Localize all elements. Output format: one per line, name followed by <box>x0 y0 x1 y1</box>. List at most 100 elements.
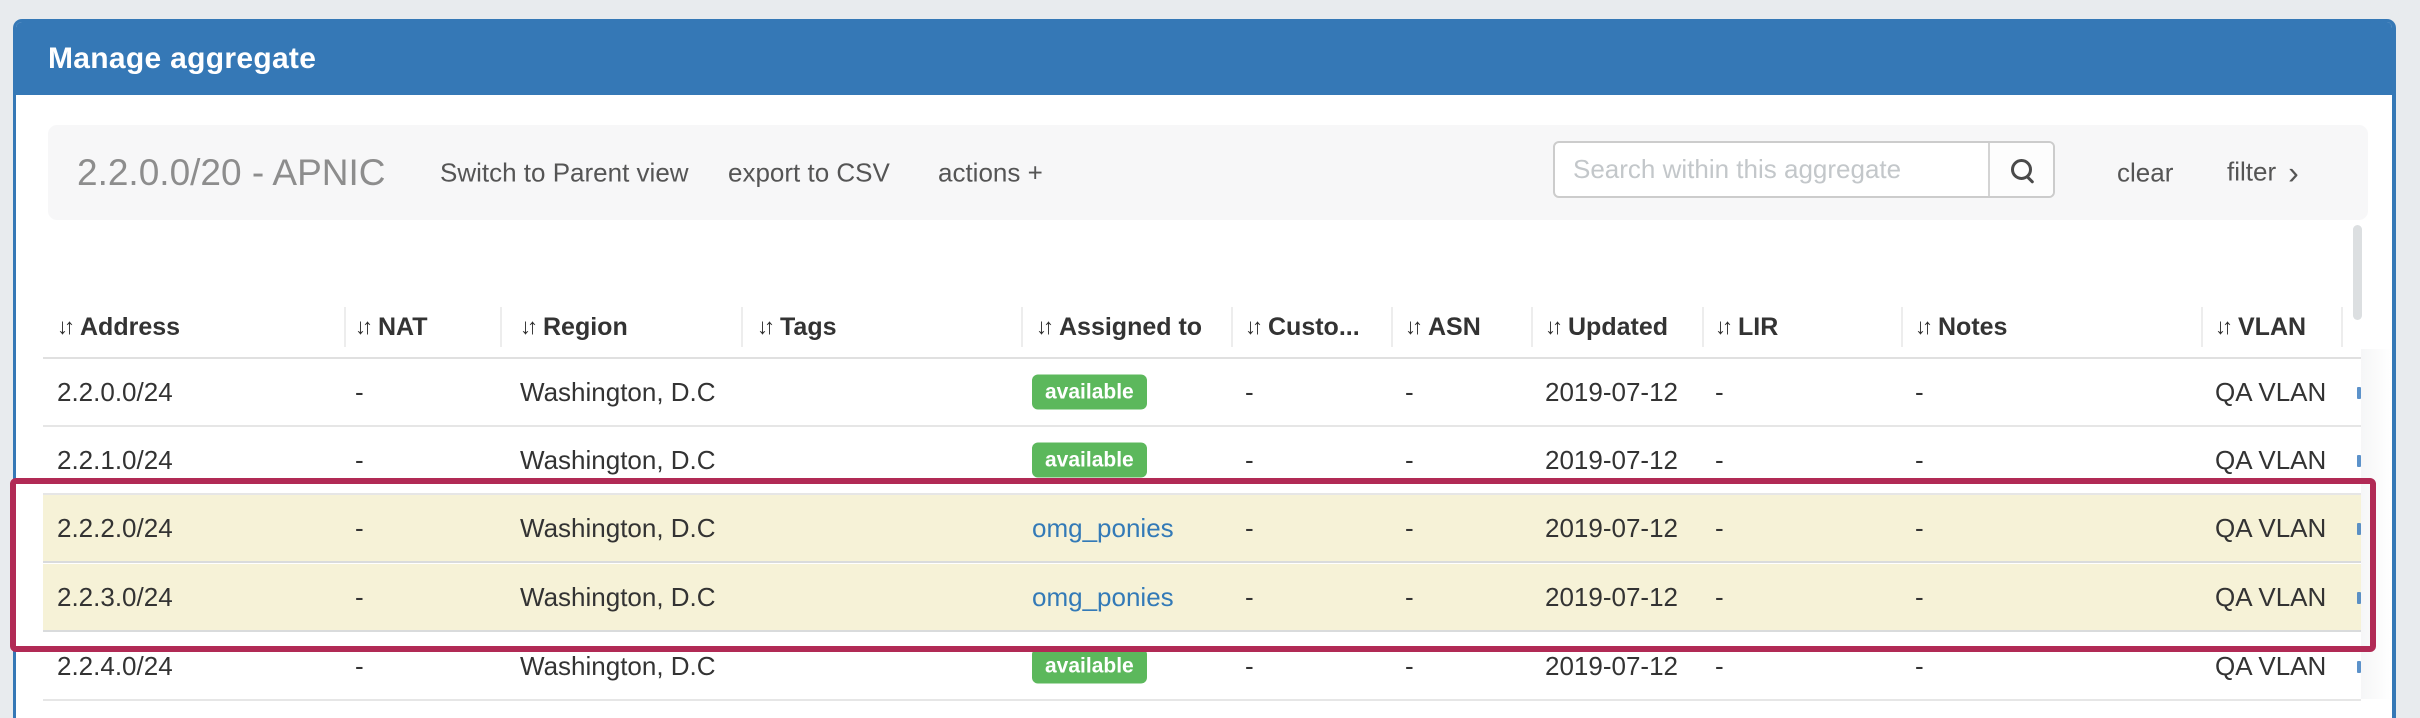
cell-customer: - <box>1245 564 1254 630</box>
sort-icon: ↓↑ <box>1405 316 1419 338</box>
cell-vlan: QA VLAN <box>2215 633 2326 699</box>
cell-notes: - <box>1915 359 1924 425</box>
vertical-scrollbar-thumb[interactable] <box>2353 225 2362 320</box>
assigned-resource-link[interactable]: omg_ponies <box>1032 495 1174 561</box>
page: { "window": { "title": "Manage aggregate… <box>0 0 2420 718</box>
cell-customer: - <box>1245 495 1254 561</box>
cell-asn: - <box>1405 633 1414 699</box>
status-badge-available[interactable]: available <box>1032 648 1147 683</box>
column-header-notes[interactable]: ↓↑ Notes <box>1915 305 2007 349</box>
status-badge-available[interactable]: available <box>1032 374 1147 409</box>
sort-icon: ↓↑ <box>355 316 369 338</box>
cell-nat: - <box>355 359 364 425</box>
sort-icon: ↓↑ <box>1036 316 1050 338</box>
cell-customer: - <box>1245 633 1254 699</box>
column-separator <box>2201 307 2203 347</box>
cell-updated: 2019-07-12 <box>1545 427 1678 493</box>
column-header-assigned[interactable]: ↓↑ Assigned to <box>1036 305 1202 349</box>
column-separator <box>1531 307 1533 347</box>
column-header-label: Address <box>80 313 180 342</box>
cell-vlan: QA VLAN <box>2215 495 2326 561</box>
sort-icon: ↓↑ <box>1545 316 1559 338</box>
cell-vlan: QA VLAN <box>2215 564 2326 630</box>
cell-lir: - <box>1715 495 1724 561</box>
column-header-tags[interactable]: ↓↑ Tags <box>757 305 837 349</box>
column-header-updated[interactable]: ↓↑ Updated <box>1545 305 1668 349</box>
cell-region: Washington, D.C <box>520 495 716 561</box>
sort-icon: ↓↑ <box>1715 316 1729 338</box>
cell-nat: - <box>355 564 364 630</box>
column-header-label: NAT <box>378 313 428 342</box>
cell-notes: - <box>1915 564 1924 630</box>
search-input[interactable] <box>1555 143 1988 196</box>
column-header-asn[interactable]: ↓↑ ASN <box>1405 305 1481 349</box>
cell-region: Washington, D.C <box>520 427 716 493</box>
column-header-region[interactable]: ↓↑ Region <box>520 305 628 349</box>
cell-lir: - <box>1715 633 1724 699</box>
table-row[interactable]: 2.2.0.0/24-Washington, D.Cavailable--201… <box>43 359 2361 427</box>
truncated-content-sliver <box>2357 387 2361 399</box>
column-header-label: ASN <box>1428 313 1481 342</box>
sort-icon: ↓↑ <box>757 316 771 338</box>
column-header-nat[interactable]: ↓↑ NAT <box>355 305 428 349</box>
search-button[interactable] <box>1988 143 2053 196</box>
cell-vlan: QA VLAN <box>2215 359 2326 425</box>
truncated-content-sliver <box>2357 592 2361 604</box>
column-separator <box>1901 307 1903 347</box>
column-header-label: Updated <box>1568 313 1668 342</box>
search-group <box>1553 141 2055 198</box>
column-header-label: Region <box>543 313 628 342</box>
column-header-vlan[interactable]: ↓↑ VLAN <box>2215 305 2306 349</box>
column-header-label: VLAN <box>2238 313 2306 342</box>
column-header-lir[interactable]: ↓↑LIR <box>1715 305 1778 349</box>
truncated-content-sliver <box>2357 523 2361 535</box>
sort-icon: ↓↑ <box>520 316 534 338</box>
assigned-resource-link[interactable]: omg_ponies <box>1032 564 1174 630</box>
cell-vlan: QA VLAN <box>2215 427 2326 493</box>
cell-updated: 2019-07-12 <box>1545 495 1678 561</box>
switch-to-parent-view-link[interactable]: Switch to Parent view <box>440 157 689 188</box>
cell-notes: - <box>1915 427 1924 493</box>
truncated-content-sliver <box>2357 661 2361 673</box>
cell-notes: - <box>1915 495 1924 561</box>
status-badge-available[interactable]: available <box>1032 442 1147 477</box>
table-row[interactable]: 2.2.2.0/24-Washington, D.Comg_ponies--20… <box>43 495 2361 563</box>
cell-asn: - <box>1405 564 1414 630</box>
column-header-customer[interactable]: ↓↑ Custo... <box>1245 305 1360 349</box>
column-header-label: Custo... <box>1268 313 1360 342</box>
column-separator <box>500 307 502 347</box>
cell-asn: - <box>1405 359 1414 425</box>
column-header-label: Notes <box>1938 313 2007 342</box>
cell-address: 2.2.0.0/24 <box>57 359 173 425</box>
table-row[interactable]: 2.2.3.0/24-Washington, D.Comg_ponies--20… <box>43 564 2361 632</box>
search-icon <box>2011 159 2033 181</box>
cell-address: 2.2.2.0/24 <box>57 495 173 561</box>
cell-lir: - <box>1715 427 1724 493</box>
cell-region: Washington, D.C <box>520 359 716 425</box>
filter-button-label: filter <box>2227 156 2276 186</box>
cell-region: Washington, D.C <box>520 633 716 699</box>
clear-button[interactable]: clear <box>2117 157 2173 188</box>
table-row[interactable]: 2.2.1.0/24-Washington, D.Cavailable--201… <box>43 427 2361 495</box>
column-header-label: Tags <box>780 313 837 342</box>
table-row[interactable]: 2.2.4.0/24-Washington, D.Cavailable--201… <box>43 633 2361 701</box>
panel-title-bar: Manage aggregate <box>16 22 2392 95</box>
sort-icon: ↓↑ <box>1915 316 1929 338</box>
actions-menu-button[interactable]: actions + <box>938 157 1043 188</box>
cell-lir: - <box>1715 359 1724 425</box>
column-separator <box>1702 307 1704 347</box>
column-separator <box>1231 307 1233 347</box>
column-separator <box>1391 307 1393 347</box>
column-header-label: Assigned to <box>1059 313 1202 342</box>
column-separator <box>2341 307 2343 347</box>
cell-updated: 2019-07-12 <box>1545 633 1678 699</box>
sort-icon: ↓↑ <box>2215 316 2229 338</box>
export-to-csv-link[interactable]: export to CSV <box>728 157 890 188</box>
sort-icon: ↓↑ <box>1245 316 1259 338</box>
truncated-content-sliver <box>2357 455 2361 467</box>
sort-icon: ↓↑ <box>57 316 71 338</box>
cell-customer: - <box>1245 427 1254 493</box>
filter-button[interactable]: filter› <box>2227 154 2299 191</box>
column-header-address[interactable]: ↓↑ Address <box>57 305 180 349</box>
cell-address: 2.2.1.0/24 <box>57 427 173 493</box>
